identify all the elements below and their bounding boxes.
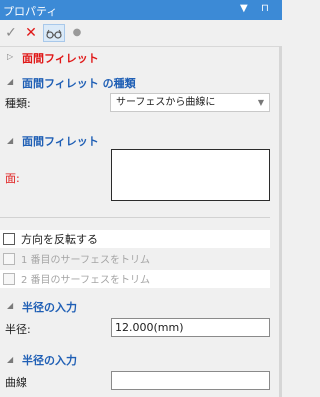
trim-second-checkbox [3, 273, 15, 285]
glasses-icon [46, 29, 62, 39]
faces-selection-box[interactable] [111, 149, 270, 201]
type-select[interactable]: サーフェスから曲線に ▼ [110, 93, 270, 112]
section-title-radius[interactable]: 半径の入力 [22, 299, 77, 315]
cancel-button[interactable]: ✕ [24, 24, 38, 42]
trim-first-label: 1 番目のサーフェスをトリム [21, 255, 150, 266]
reverse-direction-checkbox[interactable] [3, 233, 15, 245]
pin-icon[interactable]: ⊓ [261, 3, 269, 14]
curve-label: 曲線 [5, 376, 27, 389]
trim-second-label: 2 番目のサーフェスをトリム [21, 275, 150, 286]
trim-first-row: 1 番目のサーフェスをトリム [3, 251, 203, 267]
divider [0, 217, 270, 218]
reverse-direction-label: 方向を反転する [21, 233, 98, 246]
collapse-arrow-icon[interactable]: ◢ [7, 136, 13, 145]
record-dot-button[interactable]: ● [71, 24, 83, 42]
curve-input[interactable] [111, 371, 270, 390]
faces-label: 面: [5, 172, 20, 185]
chevron-down-icon: ▼ [257, 98, 264, 107]
section-title-faces[interactable]: 面間フィレット [22, 133, 99, 149]
type-select-value: サーフェスから曲線に [116, 97, 216, 108]
trim-first-checkbox [3, 253, 15, 265]
reverse-direction-row[interactable]: 方向を反転する [3, 231, 203, 247]
command-toolbar: ✓ ✕ ● [0, 20, 282, 46]
expand-arrow-icon[interactable]: ▷ [7, 52, 13, 61]
preview-button[interactable] [43, 24, 65, 42]
trim-second-row: 2 番目のサーフェスをトリム [3, 271, 203, 287]
dropdown-icon[interactable]: ▼ [240, 3, 248, 14]
collapse-arrow-icon[interactable]: ◢ [7, 355, 13, 364]
ok-button[interactable]: ✓ [4, 24, 18, 42]
scrollbar[interactable] [279, 46, 282, 397]
type-label: 種類: [5, 97, 31, 110]
feature-title: 面間フィレット [22, 52, 99, 65]
section-title-radius-2[interactable]: 半径の入力 [22, 352, 77, 368]
collapse-arrow-icon[interactable]: ◢ [7, 77, 13, 86]
radius-input[interactable]: 12.000(mm) [111, 318, 270, 337]
panel-title: プロパティ [3, 5, 58, 18]
panel-titlebar: プロパティ ▼ ⊓ [0, 0, 282, 20]
collapse-arrow-icon[interactable]: ◢ [7, 301, 13, 310]
section-title-type[interactable]: 面間フィレット の種類 [22, 75, 136, 91]
radius-label: 半径: [5, 323, 31, 336]
